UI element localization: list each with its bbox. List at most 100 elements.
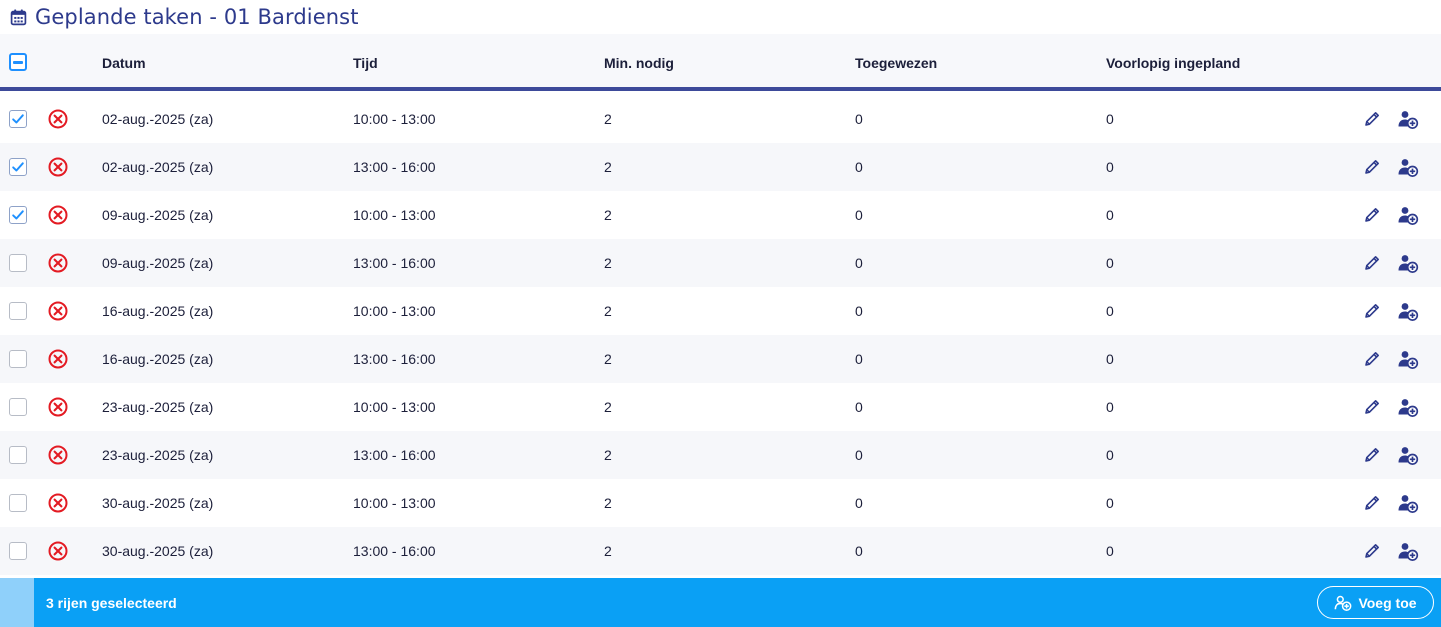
cell-min-nodig: 2 [604, 111, 612, 127]
x-circle-icon[interactable] [48, 157, 68, 177]
cell-min-nodig: 2 [604, 351, 612, 367]
x-circle-icon[interactable] [48, 205, 68, 225]
cell-datum: 02-aug.-2025 (za) [102, 159, 214, 175]
table-row[interactable]: 16-aug.-2025 (za) 10:00 - 13:00 2 0 0 [0, 287, 1441, 335]
row-checkbox[interactable] [9, 302, 27, 320]
table-row[interactable]: 09-aug.-2025 (za) 10:00 - 13:00 2 0 0 [0, 191, 1441, 239]
row-checkbox[interactable] [9, 446, 27, 464]
pencil-icon[interactable] [1362, 253, 1382, 273]
pencil-icon[interactable] [1362, 205, 1382, 225]
table-row[interactable]: 30-aug.-2025 (za) 10:00 - 13:00 2 0 0 [0, 479, 1441, 527]
cell-toegewezen: 0 [855, 303, 863, 319]
selection-bar-strip [0, 578, 34, 627]
x-circle-icon[interactable] [48, 541, 68, 561]
x-circle-icon[interactable] [48, 397, 68, 417]
cell-min-nodig: 2 [604, 543, 612, 559]
cell-datum: 23-aug.-2025 (za) [102, 399, 214, 415]
cell-datum: 02-aug.-2025 (za) [102, 111, 214, 127]
add-button-label: Voeg toe [1358, 594, 1417, 611]
add-person-icon[interactable] [1397, 108, 1419, 130]
column-header-min-nodig[interactable]: Min. nodig [604, 34, 674, 91]
x-circle-icon[interactable] [48, 301, 68, 321]
cell-datum: 30-aug.-2025 (za) [102, 543, 214, 559]
cell-voorlopig-ingepland: 0 [1106, 351, 1114, 367]
x-circle-icon[interactable] [48, 349, 68, 369]
pencil-icon[interactable] [1362, 493, 1382, 513]
table-header: Datum Tijd Min. nodig Toegewezen Voorlop… [0, 34, 1441, 91]
table-row[interactable]: 09-aug.-2025 (za) 13:00 - 16:00 2 0 0 [0, 239, 1441, 287]
selection-count-text: 3 rijen geselecteerd [46, 594, 177, 611]
checkmark-icon [11, 112, 25, 126]
selection-bar: 3 rijen geselecteerd Voeg toe [0, 578, 1441, 627]
row-checkbox[interactable] [9, 494, 27, 512]
pencil-icon[interactable] [1362, 301, 1382, 321]
cell-min-nodig: 2 [604, 399, 612, 415]
row-checkbox[interactable] [9, 110, 27, 128]
cell-datum: 23-aug.-2025 (za) [102, 447, 214, 463]
column-header-voorlopig-ingepland[interactable]: Voorlopig ingepland [1106, 34, 1240, 91]
cell-voorlopig-ingepland: 0 [1106, 543, 1114, 559]
pencil-icon[interactable] [1362, 109, 1382, 129]
cell-toegewezen: 0 [855, 495, 863, 511]
table-row[interactable]: 23-aug.-2025 (za) 10:00 - 13:00 2 0 0 [0, 383, 1441, 431]
row-checkbox[interactable] [9, 350, 27, 368]
table-row[interactable]: 16-aug.-2025 (za) 13:00 - 16:00 2 0 0 [0, 335, 1441, 383]
x-circle-icon[interactable] [48, 445, 68, 465]
table-row[interactable]: 23-aug.-2025 (za) 13:00 - 16:00 2 0 0 [0, 431, 1441, 479]
add-button[interactable]: Voeg toe [1317, 586, 1434, 619]
cell-datum: 09-aug.-2025 (za) [102, 207, 214, 223]
cell-toegewezen: 0 [855, 159, 863, 175]
add-person-icon[interactable] [1397, 540, 1419, 562]
pencil-icon[interactable] [1362, 445, 1382, 465]
column-header-toegewezen[interactable]: Toegewezen [855, 34, 937, 91]
x-circle-icon[interactable] [48, 493, 68, 513]
cell-tijd: 10:00 - 13:00 [353, 111, 436, 127]
row-checkbox[interactable] [9, 398, 27, 416]
cell-tijd: 13:00 - 16:00 [353, 447, 436, 463]
cell-voorlopig-ingepland: 0 [1106, 447, 1114, 463]
cell-tijd: 10:00 - 13:00 [353, 303, 436, 319]
pencil-icon[interactable] [1362, 397, 1382, 417]
cell-datum: 16-aug.-2025 (za) [102, 351, 214, 367]
x-circle-icon[interactable] [48, 253, 68, 273]
add-person-icon[interactable] [1397, 396, 1419, 418]
cell-voorlopig-ingepland: 0 [1106, 399, 1114, 415]
checkmark-icon [11, 208, 25, 222]
row-checkbox[interactable] [9, 158, 27, 176]
cell-tijd: 13:00 - 16:00 [353, 255, 436, 271]
page-title: Geplande taken - 01 Bardienst [35, 5, 359, 29]
select-all-checkbox[interactable] [9, 53, 27, 71]
add-person-icon[interactable] [1397, 444, 1419, 466]
partial-dash-icon [13, 60, 23, 64]
x-circle-icon[interactable] [48, 109, 68, 129]
cell-toegewezen: 0 [855, 543, 863, 559]
row-checkbox[interactable] [9, 254, 27, 272]
column-header-tijd[interactable]: Tijd [353, 34, 378, 91]
table-row[interactable]: 02-aug.-2025 (za) 10:00 - 13:00 2 0 0 [0, 95, 1441, 143]
add-person-icon[interactable] [1397, 252, 1419, 274]
cell-datum: 16-aug.-2025 (za) [102, 303, 214, 319]
title-bar: Geplande taken - 01 Bardienst [0, 0, 1441, 34]
cell-datum: 09-aug.-2025 (za) [102, 255, 214, 271]
cell-voorlopig-ingepland: 0 [1106, 495, 1114, 511]
add-person-icon[interactable] [1397, 300, 1419, 322]
pencil-icon[interactable] [1362, 157, 1382, 177]
row-checkbox[interactable] [9, 206, 27, 224]
cell-toegewezen: 0 [855, 255, 863, 271]
table-row[interactable]: 30-aug.-2025 (za) 13:00 - 16:00 2 0 0 [0, 527, 1441, 575]
cell-min-nodig: 2 [604, 255, 612, 271]
cell-tijd: 13:00 - 16:00 [353, 543, 436, 559]
pencil-icon[interactable] [1362, 541, 1382, 561]
table-row[interactable]: 02-aug.-2025 (za) 13:00 - 16:00 2 0 0 [0, 143, 1441, 191]
add-person-icon[interactable] [1397, 156, 1419, 178]
cell-voorlopig-ingepland: 0 [1106, 255, 1114, 271]
row-checkbox[interactable] [9, 542, 27, 560]
pencil-icon[interactable] [1362, 349, 1382, 369]
add-person-icon[interactable] [1397, 492, 1419, 514]
cell-min-nodig: 2 [604, 207, 612, 223]
cell-min-nodig: 2 [604, 447, 612, 463]
add-person-icon[interactable] [1397, 204, 1419, 226]
column-header-datum[interactable]: Datum [102, 34, 146, 91]
calendar-icon [10, 9, 27, 26]
add-person-icon[interactable] [1397, 348, 1419, 370]
